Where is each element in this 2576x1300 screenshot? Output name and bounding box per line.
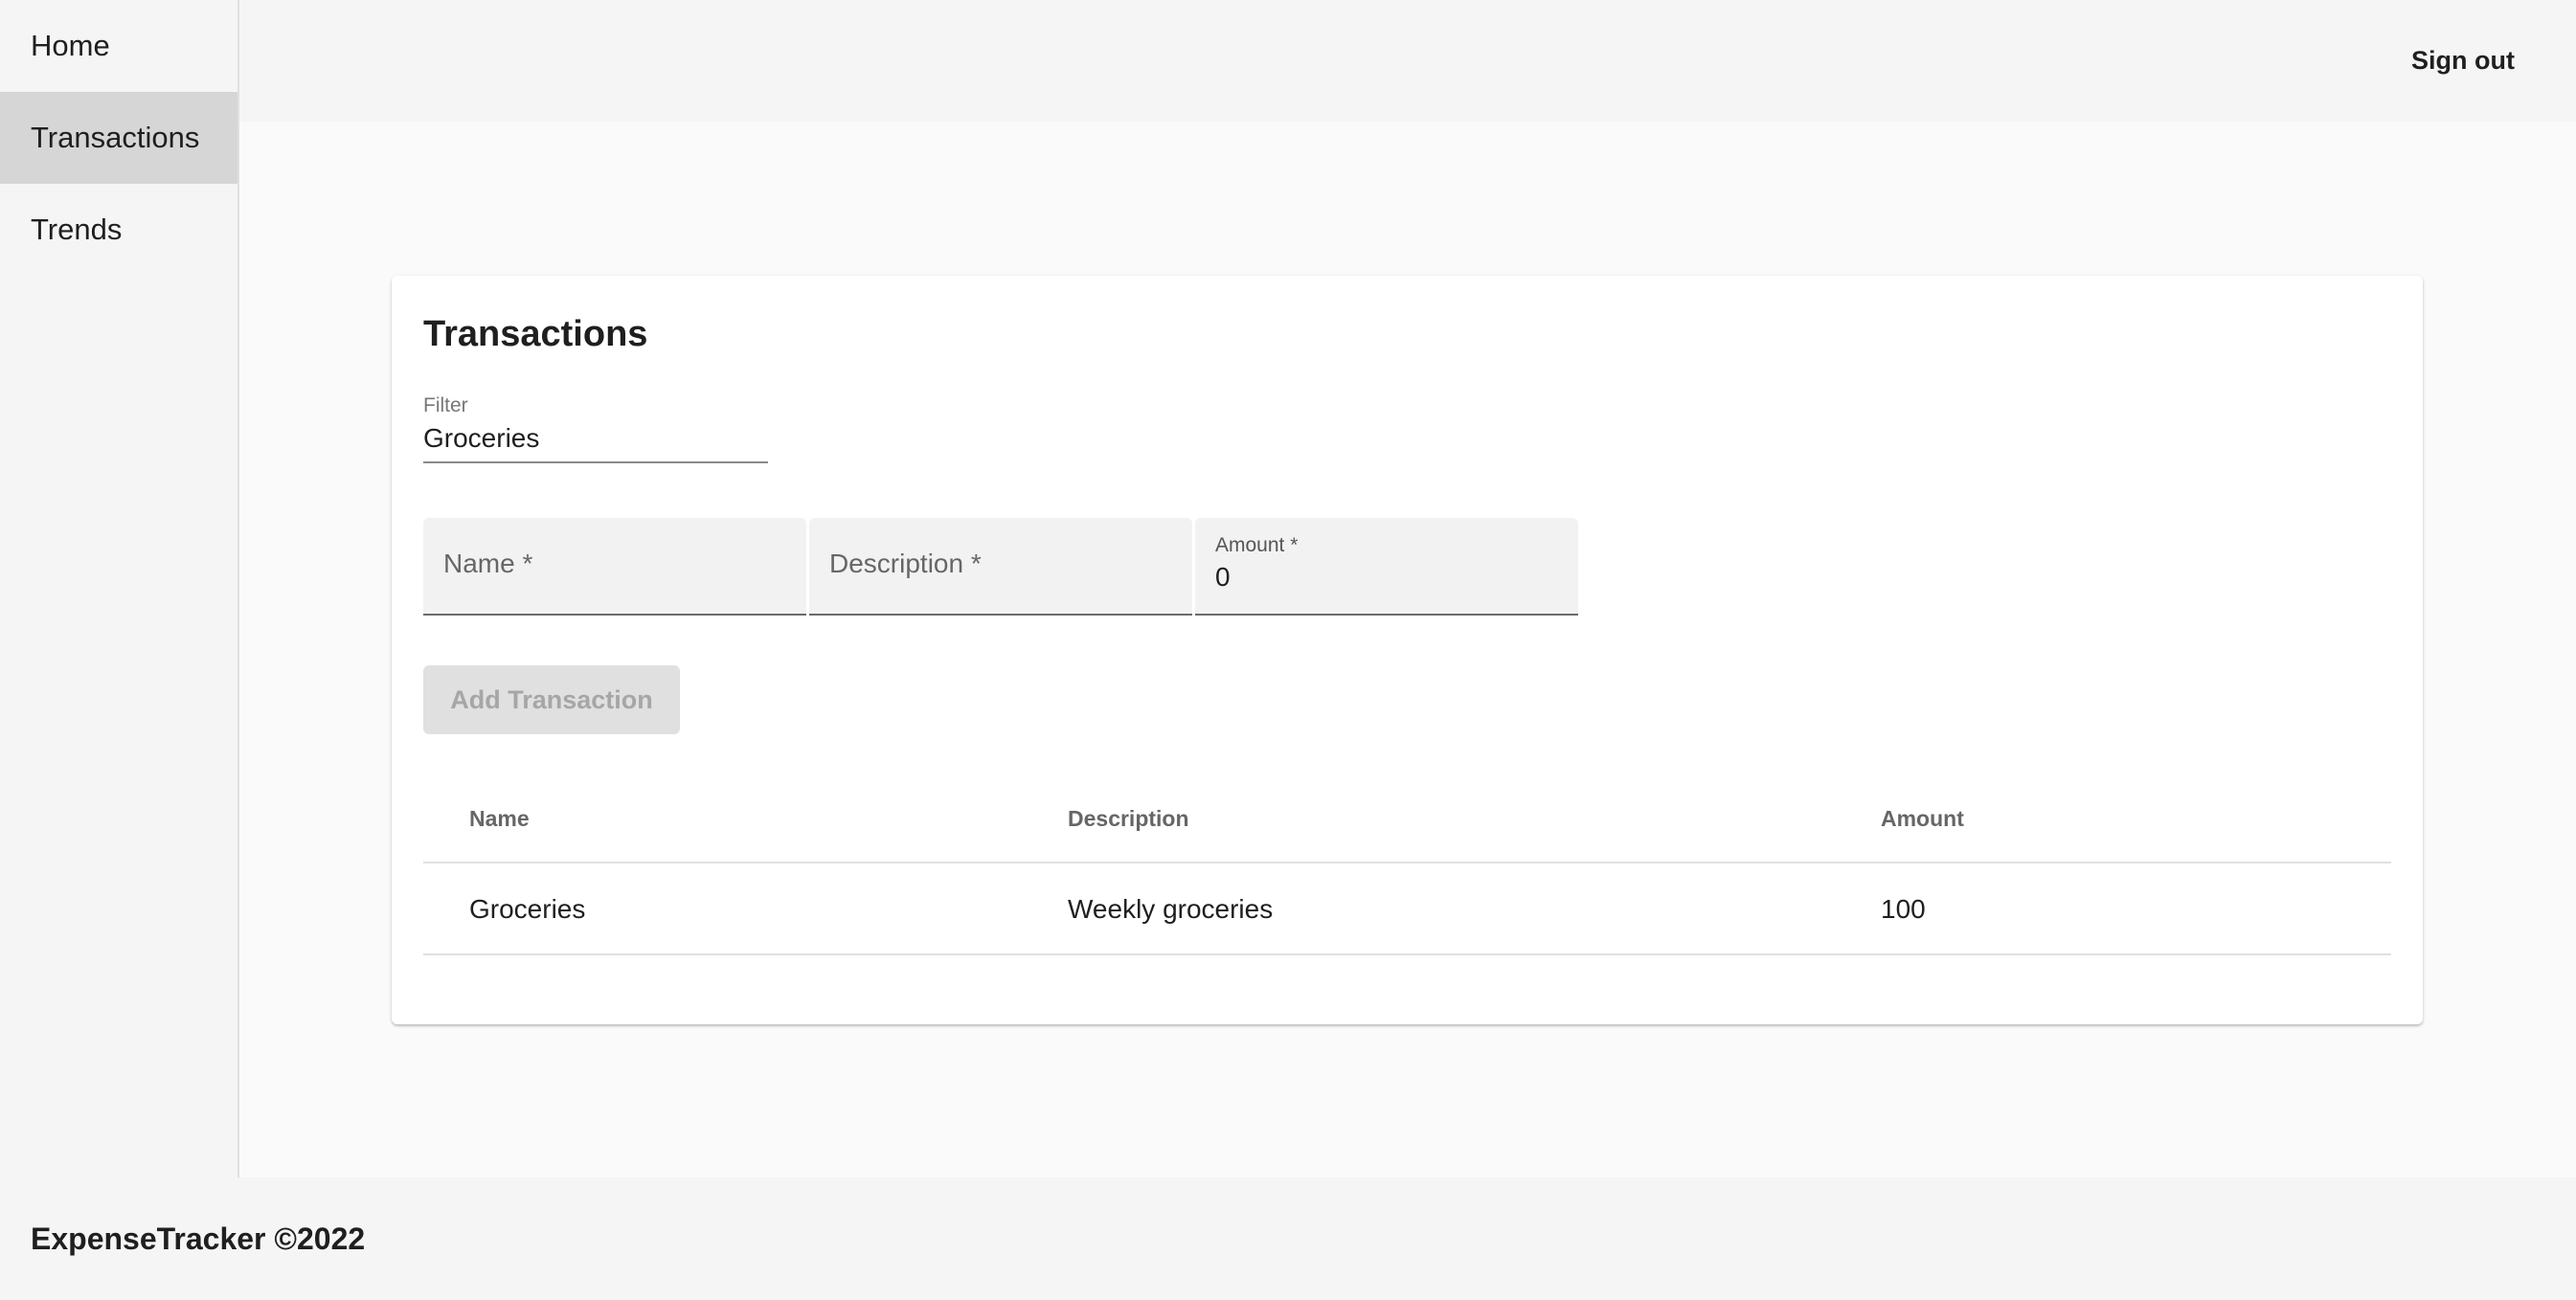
column-header-amount[interactable]: Amount bbox=[1881, 773, 1964, 863]
sidebar-item-transactions[interactable]: Transactions bbox=[0, 92, 237, 184]
description-placeholder: Description * bbox=[829, 549, 982, 578]
name-field[interactable]: Name * bbox=[423, 518, 806, 616]
transactions-table: Name Description Amount Groceries Weekly… bbox=[423, 773, 2391, 955]
table-row[interactable]: Groceries Weekly groceries 100 bbox=[423, 863, 2391, 955]
transactions-card: Transactions Filter Name * Description *… bbox=[392, 276, 2423, 1024]
page-title: Transactions bbox=[423, 314, 648, 354]
filter-label: Filter bbox=[423, 394, 468, 416]
top-header: Sign out bbox=[239, 0, 2576, 122]
filter-field: Filter bbox=[423, 394, 768, 463]
sidebar-item-label: Trends bbox=[31, 213, 123, 246]
table-header-row: Name Description Amount bbox=[423, 773, 2391, 863]
sign-out-button[interactable]: Sign out bbox=[2411, 46, 2515, 76]
sidebar-item-trends[interactable]: Trends bbox=[0, 184, 237, 276]
amount-field[interactable]: Amount * bbox=[1195, 518, 1578, 616]
amount-input[interactable] bbox=[1215, 562, 1560, 593]
cell-description: Weekly groceries bbox=[1068, 894, 1274, 924]
sidebar-item-label: Home bbox=[31, 29, 110, 62]
sidebar: Home Transactions Trends bbox=[0, 0, 239, 1177]
cell-name: Groceries bbox=[469, 894, 586, 924]
column-header-description[interactable]: Description bbox=[1068, 773, 1189, 863]
sidebar-item-label: Transactions bbox=[31, 121, 200, 154]
amount-label: Amount * bbox=[1215, 534, 1299, 556]
cell-amount: 100 bbox=[1881, 894, 1926, 924]
column-header-name[interactable]: Name bbox=[469, 773, 530, 863]
name-placeholder: Name * bbox=[443, 549, 533, 578]
filter-input[interactable] bbox=[423, 417, 768, 459]
footer-copyright: ExpenseTracker ©2022 bbox=[31, 1221, 366, 1256]
description-field[interactable]: Description * bbox=[809, 518, 1192, 616]
footer: ExpenseTracker ©2022 bbox=[0, 1177, 2576, 1300]
sidebar-item-home[interactable]: Home bbox=[0, 0, 237, 92]
add-transaction-button[interactable]: Add Transaction bbox=[423, 665, 680, 734]
new-transaction-form: Name * Description * Amount * bbox=[423, 518, 1578, 616]
app-root: Home Transactions Trends Sign out Transa… bbox=[0, 0, 2576, 1300]
